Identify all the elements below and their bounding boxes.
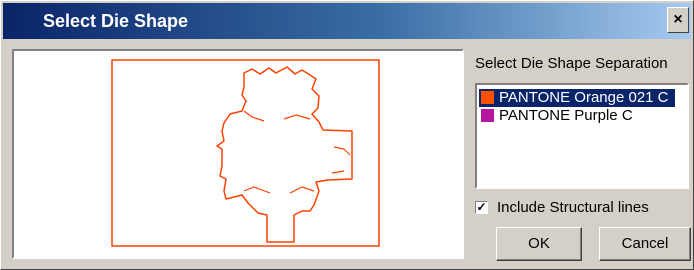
separation-item-orange[interactable]: PANTONE Orange 021 C [479, 89, 675, 107]
color-swatch-icon [481, 91, 494, 104]
select-die-shape-dialog: Select Die Shape × Select Die Shape Sepa… [0, 0, 694, 270]
include-structural-checkbox[interactable]: ✓ [475, 201, 488, 214]
ok-button[interactable]: OK [496, 227, 582, 261]
color-swatch-icon [481, 109, 494, 122]
close-button[interactable]: × [667, 7, 689, 33]
include-structural-option[interactable]: ✓ Include Structural lines [475, 199, 691, 219]
window-title: Select Die Shape [43, 11, 189, 31]
separation-label: Select Die Shape Separation [475, 55, 668, 72]
cancel-button[interactable]: Cancel [599, 227, 691, 261]
sheet-outline [111, 59, 380, 247]
close-icon: × [673, 11, 683, 28]
separation-list[interactable]: PANTONE Orange 021 C PANTONE Purple C [475, 83, 689, 189]
checkmark-icon: ✓ [476, 200, 487, 214]
title-bar[interactable]: Select Die Shape × [3, 3, 691, 39]
die-shape-drawing [111, 59, 380, 247]
die-shape-preview [12, 49, 464, 259]
die-cut-detail [243, 110, 351, 194]
separation-item-label: PANTONE Orange 021 C [499, 89, 669, 106]
die-cut-outline [216, 66, 353, 243]
separation-item-label: PANTONE Purple C [499, 107, 633, 124]
include-structural-label: Include Structural lines [497, 199, 649, 216]
